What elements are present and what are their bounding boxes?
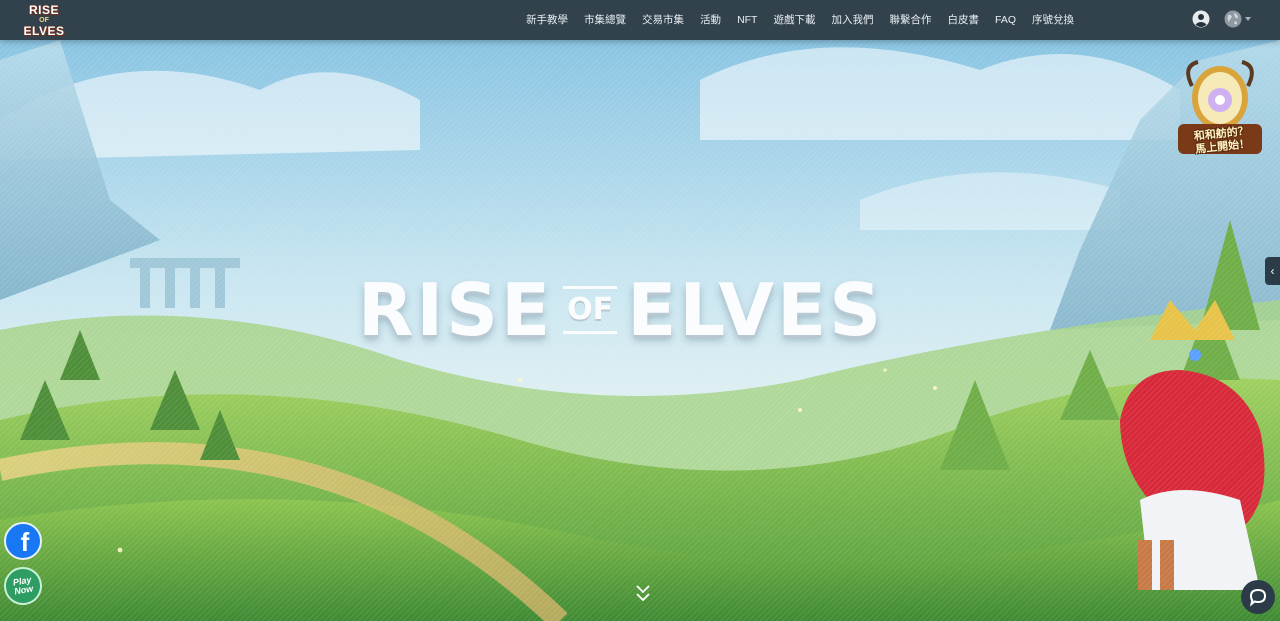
side-panel-toggle[interactable]: ‹ (1265, 257, 1280, 285)
nav-item-faq[interactable]: FAQ (987, 0, 1024, 40)
double-chevron-down-icon[interactable] (635, 583, 651, 605)
chat-bubble-icon (1249, 588, 1267, 607)
nav-item-code-redeem[interactable]: 序號兌換 (1024, 0, 1082, 40)
chat-button[interactable] (1241, 580, 1275, 614)
nav-item-events[interactable]: 活動 (692, 0, 729, 40)
logo-text-line2: OF (39, 16, 49, 24)
nav-item-whitepaper[interactable]: 白皮書 (939, 0, 987, 40)
hero-title-elves: ELVES (627, 268, 885, 352)
globe-icon[interactable] (1224, 10, 1242, 28)
language-dropdown-caret-icon[interactable] (1245, 17, 1251, 21)
chevron-left-icon: ‹ (1270, 264, 1275, 278)
nav-item-contact[interactable]: 聯繫合作 (881, 0, 939, 40)
nav-item-game-download[interactable]: 遊戲下載 (765, 0, 823, 40)
logo-text-line1: RISE (28, 2, 59, 17)
facebook-button[interactable]: f (4, 522, 42, 560)
facebook-icon: f (20, 527, 30, 557)
user-icon[interactable] (1192, 10, 1210, 28)
hero-title-of: OF (563, 286, 618, 334)
site-logo[interactable]: RISE OF ELVES (22, 2, 66, 38)
hero-title-logo: RISE OF ELVES (326, 272, 916, 348)
nav-item-trade-market[interactable]: 交易市集 (634, 0, 692, 40)
logo-text-line3: ELVES (23, 23, 65, 38)
nav-item-tutorial[interactable]: 新手教學 (518, 0, 576, 40)
hero-title-rise: RISE (357, 268, 554, 352)
top-navbar: RISE OF ELVES 新手教學 市集總覽 交易市集 活動 NFT 遊戲下載… (0, 0, 1280, 40)
nav-item-join-us[interactable]: 加入我們 (823, 0, 881, 40)
nav-item-market-overview[interactable]: 市集總覽 (576, 0, 634, 40)
event-badge[interactable]: 和和舫的？ 馬上開始！ (1172, 56, 1268, 160)
main-nav: 新手教學 市集總覽 交易市集 活動 NFT 遊戲下載 加入我們 聯繫合作 白皮書… (518, 0, 1082, 40)
nav-item-nft[interactable]: NFT (729, 0, 765, 40)
play-now-line2: Now (13, 583, 34, 597)
